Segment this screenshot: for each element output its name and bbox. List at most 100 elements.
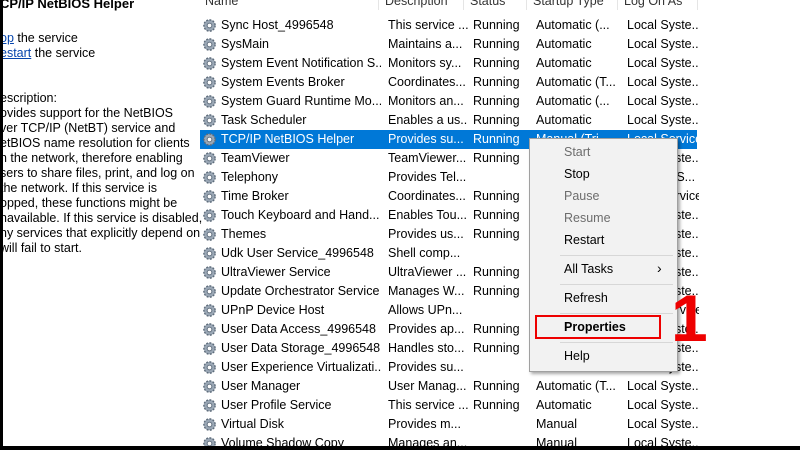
service-startup-type: Automatic (T... — [536, 75, 616, 89]
col-description[interactable]: Description — [385, 0, 448, 8]
service-row[interactable]: SysMain Maintains a... Running Automatic Loc… — [200, 35, 699, 54]
gear-icon — [202, 246, 217, 261]
service-startup-type: Automatic — [536, 37, 592, 51]
service-name: Themes — [221, 227, 267, 241]
service-name: Touch Keyboard and Hand... — [221, 208, 380, 222]
service-description: This service ... — [388, 18, 468, 32]
service-status: Running — [473, 18, 520, 32]
menu-separator — [560, 255, 673, 256]
service-description: Enables a us... — [388, 113, 468, 127]
menu-properties[interactable]: Properties — [564, 320, 626, 334]
service-name: Udk User Service_4996548 — [221, 246, 374, 260]
restart-service-link[interactable]: estart — [3, 46, 31, 60]
col-status[interactable]: Status — [470, 0, 505, 8]
menu-refresh[interactable]: Refresh — [564, 291, 608, 305]
service-name: Volume Shadow Copy — [221, 436, 344, 446]
service-row[interactable]: User Profile Service This service ... Runn… — [200, 396, 699, 415]
menu-restart[interactable]: Restart — [564, 233, 604, 247]
menu-stop[interactable]: Stop — [564, 167, 590, 181]
service-row[interactable]: System Event Notification S... Monitors s… — [200, 54, 699, 73]
service-description: User Manag... — [388, 379, 467, 393]
gear-icon — [202, 56, 217, 71]
service-description: Enables Tou... — [388, 208, 467, 222]
service-description: Provides Tel... — [388, 170, 467, 184]
service-description: Provides su... — [388, 132, 464, 146]
service-row[interactable]: Virtual Disk Provides m... Manual Local Sys… — [200, 415, 699, 434]
service-status: Running — [473, 151, 520, 165]
service-status: Running — [473, 322, 520, 336]
context-menu: Start Stop Pause Resume Restart All Task… — [529, 138, 678, 372]
description-line: ny services that explicitly depend on — [3, 226, 201, 240]
gear-icon — [202, 341, 217, 356]
service-log-on-as: Local Syste... — [627, 398, 699, 412]
menu-resume[interactable]: Resume — [564, 211, 611, 225]
service-log-on-as: Local Syste... — [627, 37, 699, 51]
service-row[interactable]: Task Scheduler Enables a us... Running Auto… — [200, 111, 699, 130]
service-log-on-as: Local Syste... — [627, 56, 699, 70]
service-name: Telephony — [221, 170, 278, 184]
service-description: Maintains a... — [388, 37, 463, 51]
service-row[interactable]: System Events Broker Coordinates... Runnin… — [200, 73, 699, 92]
service-name: System Guard Runtime Mo... — [221, 94, 381, 108]
service-status: Running — [473, 189, 520, 203]
service-row[interactable]: Volume Shadow Copy Manages an... Manual Loc… — [200, 434, 699, 446]
service-description: UltraViewer ... — [388, 265, 467, 279]
menu-all-tasks[interactable]: All Tasks — [564, 262, 613, 276]
service-description: Allows UPn... — [388, 303, 463, 317]
service-row[interactable]: System Guard Runtime Mo... Monitors an...… — [200, 92, 699, 111]
service-description: Shell comp... — [388, 246, 461, 260]
gear-icon — [202, 398, 217, 413]
service-status: Running — [473, 132, 520, 146]
service-description: Provides m... — [388, 417, 461, 431]
service-name: UltraViewer Service — [221, 265, 331, 279]
service-name: TeamViewer — [221, 151, 290, 165]
service-description: Coordinates... — [388, 189, 466, 203]
gear-icon — [202, 189, 217, 204]
service-row[interactable]: Sync Host_4996548 This service ... Running… — [200, 16, 699, 35]
service-name: System Event Notification S... — [221, 56, 381, 70]
stop-link-text: the service — [13, 31, 78, 45]
col-startup-type[interactable]: Startup Type — [533, 0, 604, 8]
service-status: Running — [473, 398, 520, 412]
gear-icon — [202, 75, 217, 90]
gear-icon — [202, 322, 217, 337]
restart-link-text: the service — [31, 46, 96, 60]
service-log-on-as: Local Syste... — [627, 436, 699, 446]
service-row[interactable]: User Manager User Manag... Running Automati… — [200, 377, 699, 396]
service-status: Running — [473, 341, 520, 355]
service-log-on-as: Local Syste... — [627, 113, 699, 127]
col-log-on-as[interactable]: Log On As — [624, 0, 682, 8]
service-status: Running — [473, 284, 520, 298]
service-name: TCP/IP NetBIOS Helper — [221, 132, 355, 146]
step-number-annotation: 1 — [671, 281, 708, 355]
service-description: Monitors an... — [388, 94, 464, 108]
service-log-on-as: Local Syste... — [627, 379, 699, 393]
col-name[interactable]: Name — [205, 0, 238, 8]
menu-start[interactable]: Start — [564, 145, 590, 159]
menu-help[interactable]: Help — [564, 349, 590, 363]
gear-icon — [202, 227, 217, 242]
service-log-on-as: Local Syste... — [627, 94, 699, 108]
service-log-on-as: Local Syste... — [627, 18, 699, 32]
menu-separator — [560, 342, 673, 343]
description-line: sers to share files, print, and log on — [3, 166, 195, 180]
menu-separator — [560, 284, 673, 285]
gear-icon — [202, 360, 217, 375]
service-name: User Data Access_4996548 — [221, 322, 376, 336]
service-name: Task Scheduler — [221, 113, 307, 127]
service-log-on-as: Local Syste... — [627, 75, 699, 89]
service-status: Running — [473, 113, 520, 127]
gear-icon — [202, 37, 217, 52]
service-name: Virtual Disk — [221, 417, 284, 431]
description-line: n the network, therefore enabling — [3, 151, 183, 165]
service-description: This service ... — [388, 398, 468, 412]
gear-icon — [202, 170, 217, 185]
service-startup-type: Manual — [536, 436, 577, 446]
gear-icon — [202, 151, 217, 166]
stop-service-link[interactable]: op — [3, 31, 14, 45]
service-name: User Profile Service — [221, 398, 332, 412]
menu-pause[interactable]: Pause — [564, 189, 599, 203]
service-description: Coordinates... — [388, 75, 466, 89]
gear-icon — [202, 18, 217, 33]
service-startup-type: Automatic — [536, 56, 592, 70]
